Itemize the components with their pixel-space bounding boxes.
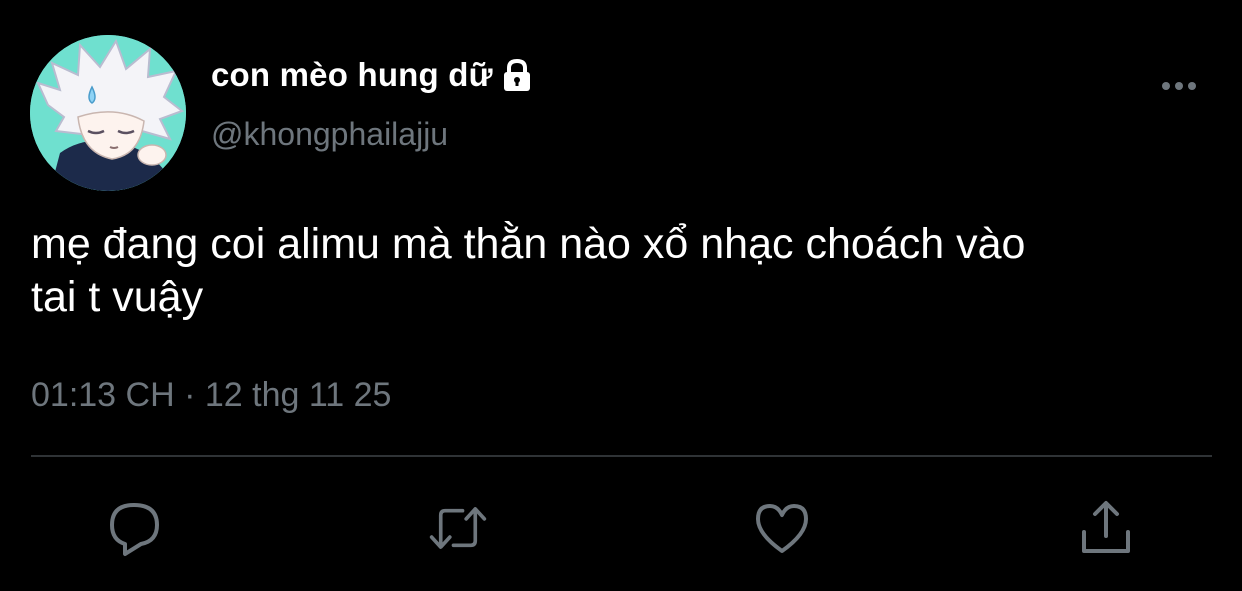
more-options-button[interactable] (1156, 70, 1204, 102)
heart-icon (756, 504, 808, 553)
share-button[interactable] (1076, 498, 1136, 558)
retweet-icon (429, 507, 487, 549)
divider (31, 455, 1212, 457)
timestamp[interactable]: 01:13 CH (31, 376, 175, 414)
reply-icon (110, 503, 159, 556)
meta-separator: · (184, 376, 196, 414)
tweet-meta: 01:13 CH · 12 thg 11 25 (31, 376, 391, 415)
tweet: con mèo hung dữ @khongphailajju mẹ đang … (0, 0, 1242, 591)
display-name[interactable]: con mèo hung dữ (211, 56, 493, 94)
lock-icon (499, 57, 535, 93)
reply-button[interactable] (105, 498, 165, 558)
avatar-image (30, 35, 186, 191)
tweet-text: mẹ đang coi alimu mà thằn nào xổ nhạc ch… (31, 220, 1026, 321)
share-icon (1082, 501, 1130, 553)
user-handle[interactable]: @khongphailajju (211, 116, 448, 153)
tweet-date[interactable]: 12 thg 11 25 (205, 376, 392, 414)
like-button[interactable] (752, 498, 812, 558)
display-name-row: con mèo hung dữ (211, 53, 535, 97)
retweet-button[interactable] (428, 498, 488, 558)
more-icon (1162, 82, 1196, 90)
avatar[interactable] (30, 35, 186, 191)
